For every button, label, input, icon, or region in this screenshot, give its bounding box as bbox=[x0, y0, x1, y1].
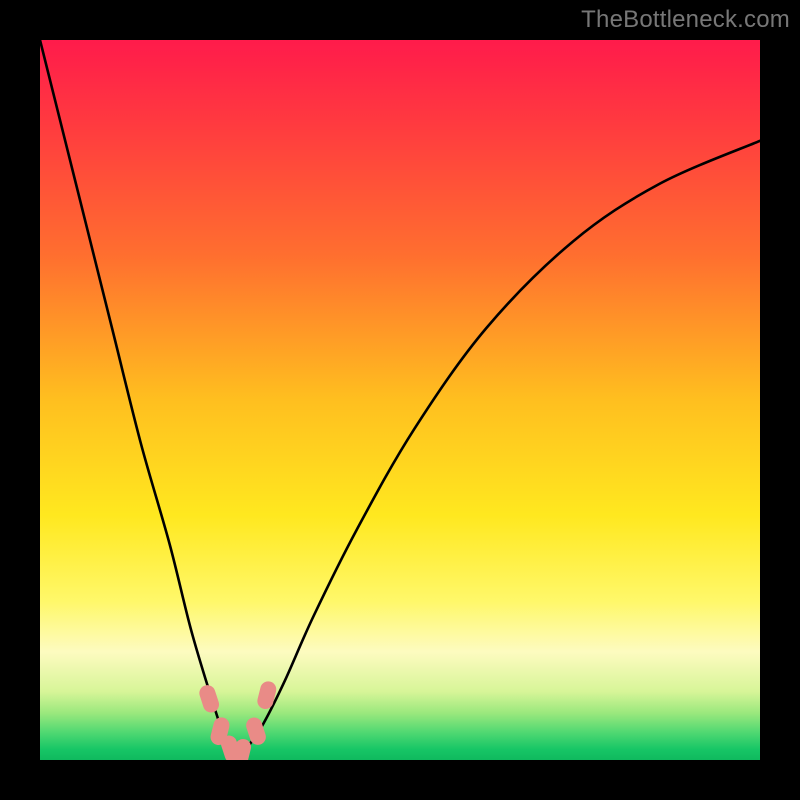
bottleneck-curve bbox=[40, 40, 760, 760]
plot-area bbox=[40, 40, 760, 760]
marker-point bbox=[197, 683, 221, 715]
watermark-text: TheBottleneck.com bbox=[581, 6, 790, 34]
marker-point bbox=[256, 680, 278, 711]
curve-layer bbox=[40, 40, 760, 760]
chart-frame: TheBottleneck.com bbox=[0, 0, 800, 800]
